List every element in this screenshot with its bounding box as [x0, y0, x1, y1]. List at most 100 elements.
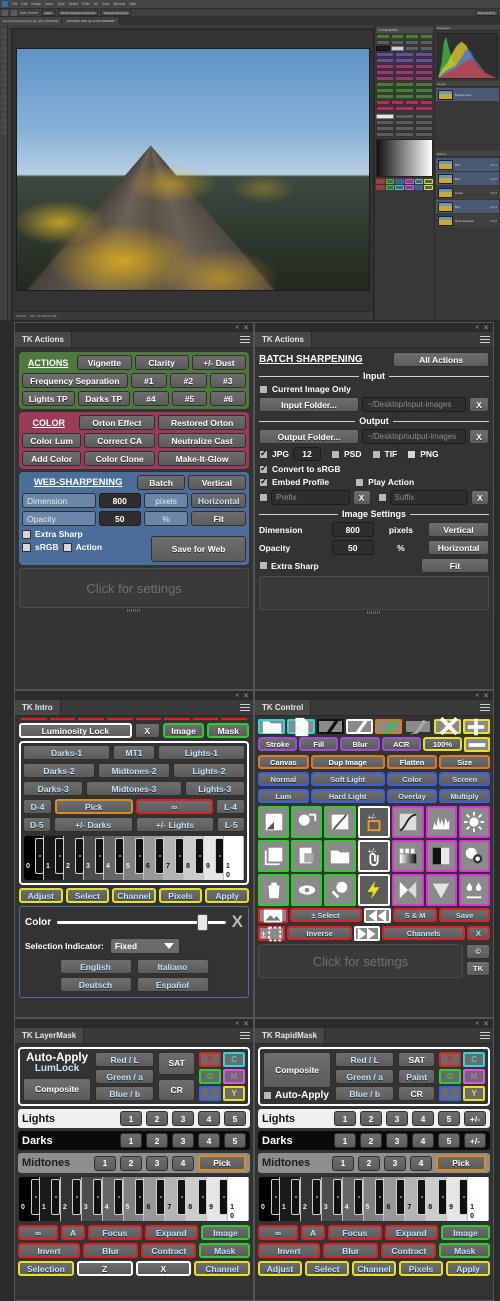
- swatch-green-button[interactable]: G: [199, 1069, 221, 1084]
- docked-btn[interactable]: [376, 106, 395, 111]
- menu-image[interactable]: Image: [31, 2, 40, 6]
- tool-hand-icon[interactable]: [0, 124, 7, 129]
- piano-black-key[interactable]: [55, 838, 64, 874]
- flatten-button[interactable]: Flatten: [386, 755, 438, 769]
- tool-move-icon[interactable]: [0, 28, 7, 33]
- tool-clone-icon[interactable]: [0, 76, 7, 81]
- docked-btn[interactable]: [376, 132, 395, 137]
- tool-marquee-icon[interactable]: [0, 34, 7, 39]
- docked-btn[interactable]: [376, 34, 390, 39]
- language-espanol-button[interactable]: Español: [136, 977, 209, 992]
- swatch-g2[interactable]: [385, 185, 395, 190]
- docked-btn[interactable]: [376, 100, 390, 105]
- a-button[interactable]: A: [60, 1225, 86, 1240]
- lights-4-button[interactable]: 4: [198, 1111, 220, 1126]
- red-l-channel-button[interactable]: Red / L: [335, 1052, 395, 1067]
- output-folder-button[interactable]: Output Folder...: [259, 429, 359, 444]
- suffix-clear-button[interactable]: X: [471, 490, 489, 505]
- docked-btn[interactable]: [405, 46, 419, 51]
- piano-black-key[interactable]: [135, 838, 144, 874]
- docked-btn[interactable]: [395, 70, 414, 75]
- gradient-map-icon[interactable]: [392, 840, 424, 872]
- darks-5-button[interactable]: 5: [438, 1133, 460, 1148]
- tif-checkbox[interactable]: [371, 449, 381, 459]
- hard-light-blend-button[interactable]: Hard Light: [310, 789, 385, 803]
- new-layer-icon[interactable]: [258, 840, 290, 872]
- panel-menu-icon[interactable]: [237, 332, 253, 347]
- piano-black-key[interactable]: [95, 838, 104, 874]
- size-button[interactable]: Size: [439, 755, 491, 769]
- extra-sharp-checkbox[interactable]: [259, 561, 268, 570]
- lightning-icon[interactable]: [357, 874, 391, 906]
- panel-menu-icon[interactable]: [237, 1028, 253, 1043]
- vignette-button[interactable]: Vignette: [77, 355, 132, 370]
- solid-color-icon[interactable]: [425, 840, 457, 872]
- docked-btn[interactable]: [395, 132, 414, 137]
- tab-tk-control[interactable]: TK Control: [255, 700, 312, 715]
- pick-button[interactable]: Pick: [54, 799, 133, 814]
- docked-subtab[interactable]: [414, 114, 433, 119]
- piano-black-key[interactable]: [114, 1179, 124, 1215]
- piano-black-key[interactable]: [354, 1179, 364, 1215]
- current-image-only-row[interactable]: Current Image Only: [259, 384, 489, 394]
- pixels-button[interactable]: Pixels: [399, 1261, 443, 1276]
- tool-zoom-icon[interactable]: [0, 130, 7, 135]
- table-row[interactable]: New Selection Ctrl-5: [436, 214, 499, 227]
- tab-tk-rapidmask[interactable]: TK RapidMask: [255, 1028, 326, 1043]
- midtones-2-button[interactable]: 2: [120, 1155, 142, 1171]
- blue-b-channel-button[interactable]: Blue / b: [95, 1086, 155, 1101]
- menu-layer[interactable]: Layer: [45, 2, 53, 6]
- docked-btn[interactable]: [414, 120, 433, 125]
- docked-btn[interactable]: [376, 126, 395, 131]
- orton-effect-button[interactable]: Orton Effect: [78, 415, 156, 430]
- show-transform-controls[interactable]: Show Transform Controls: [58, 9, 98, 16]
- invert-button[interactable]: Invert: [18, 1243, 81, 1258]
- select-pm-icon[interactable]: ±: [258, 926, 285, 941]
- swatch-m2[interactable]: [405, 185, 414, 190]
- panel-menu-icon[interactable]: [477, 332, 493, 347]
- selection-indicator-select[interactable]: Fixed: [109, 938, 180, 954]
- docked-btn[interactable]: [395, 94, 414, 99]
- lasso-tool-icon[interactable]: [11, 9, 17, 16]
- docked-btn[interactable]: [376, 120, 395, 125]
- swatch-yellow-button[interactable]: Y: [463, 1086, 485, 1101]
- docked-btn[interactable]: [414, 76, 433, 81]
- luminosity-lock-button[interactable]: Luminosity Lock: [19, 723, 132, 738]
- menu-filter[interactable]: Filter: [82, 2, 90, 6]
- panel-resize-grip[interactable]: [259, 610, 489, 615]
- lum-blend-button[interactable]: Lum: [258, 789, 309, 803]
- zoom-in-icon[interactable]: [462, 718, 490, 735]
- zoom-out-icon[interactable]: [464, 737, 491, 752]
- history-title[interactable]: History: [437, 152, 446, 156]
- jpg-quality-input[interactable]: 12: [293, 447, 322, 461]
- swatch-yellow-button[interactable]: Y: [223, 1086, 245, 1101]
- color-slider[interactable]: [57, 913, 226, 931]
- document-tab-1[interactable]: Name-Sharpened.psd @ 100% (RGB/8#): [0, 17, 63, 25]
- table-row[interactable]: Blur Ctrl-2: [436, 172, 499, 185]
- docked-btn[interactable]: [376, 88, 395, 93]
- midtones-2-button[interactable]: 2: [358, 1155, 380, 1171]
- group-layer-icon[interactable]: [324, 840, 356, 872]
- swatch-cyan-button[interactable]: C: [463, 1052, 485, 1067]
- darks-4-button[interactable]: 4: [198, 1133, 220, 1148]
- lights-5-button[interactable]: 5: [438, 1111, 460, 1126]
- apply-mask-icon[interactable]: [291, 806, 323, 838]
- docked-btn[interactable]: [395, 120, 414, 125]
- infinity-button[interactable]: ∞: [18, 1225, 58, 1240]
- acr-button[interactable]: ACR: [381, 737, 421, 751]
- docked-btn[interactable]: [376, 94, 395, 99]
- darks-1-button[interactable]: 1: [120, 1133, 142, 1148]
- docked-btn[interactable]: [414, 82, 433, 87]
- channel-button[interactable]: Channel: [352, 1261, 396, 1276]
- docked-btn[interactable]: [419, 100, 433, 105]
- lights-2-button[interactable]: 2: [360, 1111, 382, 1126]
- extra-sharp-checkbox[interactable]: [22, 529, 31, 539]
- channels-clear-button[interactable]: X: [466, 926, 490, 940]
- swatch-red-button[interactable]: R: [199, 1052, 221, 1067]
- contract-button[interactable]: Contract: [141, 1243, 197, 1258]
- docked-tk-panel[interactable]: TK RapidMask: [374, 25, 434, 320]
- mt1-button[interactable]: MT1: [113, 745, 155, 760]
- docked-btn[interactable]: [414, 52, 433, 57]
- channel-mixer-icon[interactable]: [392, 874, 424, 906]
- image-button[interactable]: Image: [441, 1225, 490, 1240]
